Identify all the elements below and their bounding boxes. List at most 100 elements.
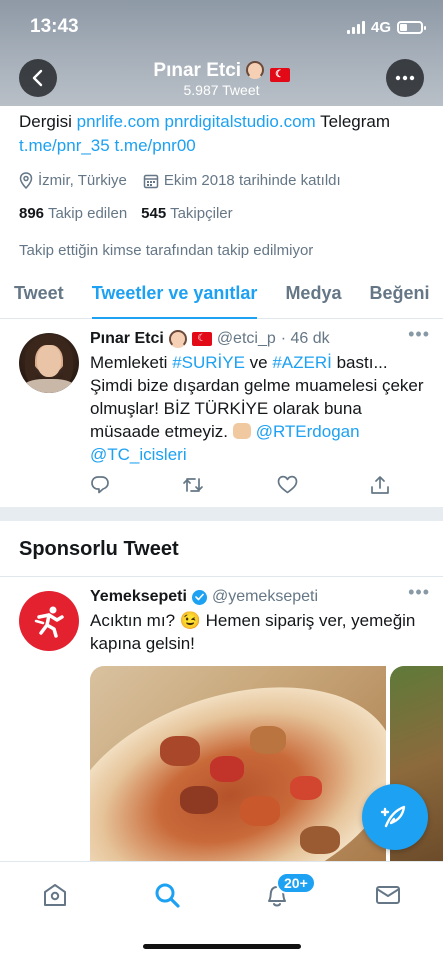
tweet-count: 5.987 Tweet: [183, 82, 260, 98]
tweet[interactable]: Pınar Etci ☾ @etci_p · 46 dk ••• Memleke…: [0, 320, 443, 506]
mention-link[interactable]: @RTErdogan: [256, 422, 360, 441]
mention-link[interactable]: @TC_icisleri: [90, 445, 187, 464]
food-chunk: [160, 736, 200, 766]
tweet-text: Memleketi #SURİYE ve #AZERİ bastı... Şim…: [90, 351, 430, 466]
tweet-text-part: Memleketi: [90, 353, 173, 372]
tweet-handle[interactable]: @etci_p: [217, 330, 276, 348]
following-label: Takip edilen: [47, 205, 128, 222]
heart-icon: [277, 475, 298, 494]
followers-label: Takipçiler: [170, 205, 233, 222]
profile-meta: İzmir, Türkiye Ekim 2018 tarihinde katıl…: [19, 172, 429, 189]
tweet-header: Pınar Etci ☾ @etci_p · 46 dk: [90, 330, 430, 348]
tab-tweets-and-replies[interactable]: Tweetler ve yanıtlar: [91, 272, 257, 319]
tweet-actions: [90, 475, 390, 495]
yemeksepeti-logo-icon: [34, 606, 64, 638]
location-pin-icon: [19, 172, 33, 189]
follow-note: Takip ettiğin kimse tarafından takip edi…: [19, 242, 314, 259]
sponsor-handle[interactable]: @yemeksepeti: [212, 588, 318, 606]
header-title: Pınar Etci ☾: [0, 60, 443, 82]
bio-line-2: t.me/pnr_35 t.me/pnr00: [19, 134, 429, 158]
join-date: Ekim 2018 tarihinde katıldı: [143, 172, 341, 189]
profile-name: Pınar Etci: [153, 60, 242, 81]
follow-stats: 896 Takip edilen 545 Takipçiler: [19, 205, 429, 222]
avatar[interactable]: [19, 333, 79, 393]
bio-text-telegram: Telegram: [315, 112, 391, 131]
sponsored-more-icon[interactable]: •••: [408, 582, 430, 603]
signal-icon: [346, 21, 365, 34]
section-separator: [0, 507, 443, 521]
retweet-icon: [183, 478, 204, 492]
tweet-author-name[interactable]: Pınar Etci: [90, 330, 164, 348]
tab-media[interactable]: Medya: [285, 272, 341, 318]
nav-home[interactable]: [40, 880, 70, 910]
food-chunk: [250, 726, 286, 754]
sponsored-section-title: Sponsorlu Tweet: [19, 538, 179, 560]
profile-header-banner: 13:43 4G Pınar Etci ☾ 5.987 Tweet: [0, 0, 443, 106]
join-date-label: Ekim 2018 tarihinde katıldı: [163, 172, 341, 189]
avatar-shirt: [23, 379, 75, 393]
home-indicator: [143, 944, 301, 949]
food-chunk: [240, 796, 280, 826]
profile-tabs: Tweet Tweetler ve yanıtlar Medya Beğeni: [0, 272, 443, 319]
bio-link-pnrlife[interactable]: pnrlife.com: [77, 112, 160, 131]
sponsored-tweet-text: Acıktın mı? 😉 Hemen sipariş ver, yemeğin…: [90, 611, 416, 653]
bio-link-telegram-2[interactable]: t.me/pnr00: [114, 136, 195, 155]
calendar-icon: [143, 174, 159, 188]
followers-stat[interactable]: 545 Takipçiler: [141, 205, 232, 222]
retweet-button[interactable]: [182, 475, 204, 495]
envelope-icon: [376, 886, 400, 904]
profile-info: Dergisi pnrlife.com pnrdigitalstudio.com…: [19, 110, 429, 259]
followers-count: 545: [141, 205, 167, 222]
tweet-more-icon[interactable]: •••: [408, 324, 430, 345]
verified-badge-icon: [191, 589, 207, 605]
sponsored-tweet-body[interactable]: Yemeksepeti @yemeksepeti ••• Acıktın mı?…: [90, 582, 430, 655]
following-count: 896: [19, 205, 45, 222]
tab-likes[interactable]: Beğeni: [369, 272, 429, 318]
woman-emoji-icon: [246, 61, 265, 79]
more-options-button[interactable]: [386, 59, 424, 97]
bio-link-telegram-1[interactable]: t.me/pnr_35: [19, 136, 110, 155]
tweet-text-part: ve: [244, 353, 273, 372]
status-icons: 4G: [346, 19, 426, 36]
battery-icon: [397, 21, 426, 34]
reply-button[interactable]: [90, 475, 110, 495]
turkey-flag-icon: ☾: [269, 68, 290, 82]
bio-line-1: Dergisi pnrlife.com pnrdigitalstudio.com…: [19, 110, 429, 134]
avatar-face: [37, 345, 61, 377]
following-stat[interactable]: 896 Takip edilen: [19, 205, 127, 222]
sponsor-avatar[interactable]: [19, 591, 79, 651]
food-chunk: [210, 756, 244, 782]
hashtag-link[interactable]: #SURİYE: [172, 353, 245, 372]
nav-search[interactable]: [152, 880, 182, 910]
woman-emoji-icon: [168, 330, 187, 348]
share-button[interactable]: [370, 475, 390, 495]
compose-tweet-button[interactable]: [362, 784, 428, 850]
sponsor-name[interactable]: Yemeksepeti: [90, 588, 187, 606]
food-chunk: [180, 786, 218, 814]
food-chunk: [290, 776, 322, 800]
tweet-time: · 46 dk: [280, 330, 330, 347]
food-chunk: [300, 826, 340, 854]
fist-emoji-icon: [232, 423, 251, 439]
sponsored-tweet-header: Yemeksepeti @yemeksepeti: [90, 588, 430, 606]
location: İzmir, Türkiye: [19, 172, 127, 189]
reply-icon: [91, 476, 109, 494]
share-icon: [371, 476, 389, 494]
sponsored-media-image[interactable]: [90, 666, 386, 866]
status-time: 13:43: [30, 16, 79, 37]
more-dots-icon: [395, 75, 415, 81]
turkey-flag-icon: ☾: [191, 332, 212, 346]
bio-text: Dergisi: [19, 112, 77, 131]
notifications-badge: 20+: [276, 872, 316, 894]
network-label: 4G: [370, 19, 391, 36]
search-icon: [155, 883, 180, 908]
tweet-body: Pınar Etci ☾ @etci_p · 46 dk ••• Memleke…: [90, 324, 430, 466]
bio-link-digitalstudio[interactable]: pnrdigitalstudio.com: [165, 112, 316, 131]
location-label: İzmir, Türkiye: [38, 172, 127, 189]
tab-tweets[interactable]: Tweet: [14, 272, 64, 318]
nav-messages[interactable]: [373, 880, 403, 910]
home-icon: [44, 884, 66, 906]
compose-feather-icon: [380, 805, 406, 828]
hashtag-link[interactable]: #AZERİ: [272, 353, 332, 372]
like-button[interactable]: [277, 475, 298, 495]
